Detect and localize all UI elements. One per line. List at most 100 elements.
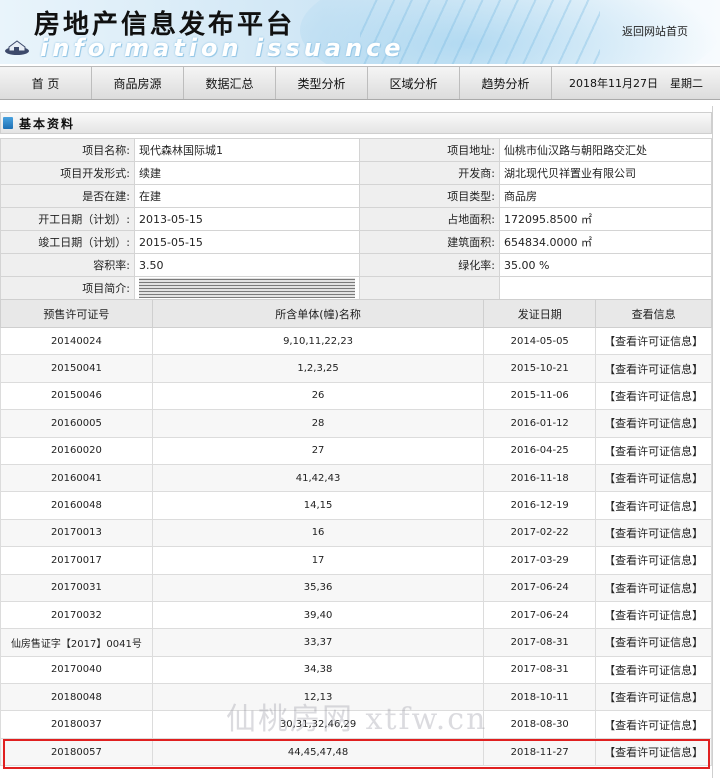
permit-row: 20180048 12,13 2018-10-11 【查看许可证信息】 — [0, 683, 712, 712]
info-row: 项目名称: 现代森林国际城1 项目地址: 仙桃市仙汉路与朝阳路交汇处 — [0, 138, 712, 162]
view-permit-link[interactable]: 【查看许可证信息】 — [595, 409, 712, 438]
view-permit-link[interactable]: 【查看许可证信息】 — [595, 518, 712, 548]
section-marker-icon — [3, 117, 13, 129]
view-permit-link[interactable]: 【查看许可证信息】 — [595, 655, 712, 685]
project-info-table: 项目名称: 现代森林国际城1 项目地址: 仙桃市仙汉路与朝阳路交汇处 项目开发形式: 续建… — [0, 138, 712, 300]
nav-item-data-summary[interactable]: 数据汇总 — [184, 67, 276, 99]
permit-row: 20180057 44,45,47,48 2018-11-27 【查看许可证信息】 — [0, 737, 712, 767]
permits-table: 预售许可证号 所含单体(幢)名称 发证日期 查看信息 20140024 9,10,… — [0, 299, 712, 767]
building-list: 14,15 — [151, 491, 485, 520]
nav-item-trend-analysis[interactable]: 趋势分析 — [460, 67, 552, 99]
permit-row: 20180037 30,31,32,46,29 2018-08-30 【查看许可证信息… — [0, 710, 712, 739]
building-list: 28 — [151, 409, 485, 438]
permit-number: 20170017 — [0, 546, 153, 575]
permit-row: 20150041 1,2,3,25 2015-10-21 【查看许可证信息】 — [0, 354, 712, 383]
issue-date: 2017-03-29 — [483, 546, 597, 575]
permit-row: 仙房售证字【2017】0041号 33,37 2017-08-31 【查看许可证信息】 — [0, 628, 712, 657]
view-permit-link[interactable]: 【查看许可证信息】 — [595, 546, 712, 575]
info-value: 172095.8500 ㎡ — [499, 207, 712, 231]
issue-date: 2016-11-18 — [483, 463, 597, 493]
permit-number: 20160041 — [0, 463, 153, 493]
header-permit-number: 预售许可证号 — [0, 299, 153, 328]
view-permit-link[interactable]: 【查看许可证信息】 — [595, 737, 712, 767]
empty-cell — [499, 276, 712, 300]
view-permit-link[interactable]: 【查看许可证信息】 — [595, 600, 712, 630]
view-permit-link[interactable]: 【查看许可证信息】 — [595, 463, 712, 493]
view-permit-link[interactable]: 【查看许可证信息】 — [595, 326, 712, 356]
info-value: 2015-05-15 — [134, 230, 360, 254]
permit-number: 20170013 — [0, 518, 153, 548]
permit-row: 20160041 41,42,43 2016-11-18 【查看许可证信息】 — [0, 463, 712, 493]
page-border — [712, 106, 713, 778]
permit-number: 20180057 — [0, 737, 153, 767]
issue-date: 2015-10-21 — [483, 354, 597, 383]
permit-number: 20160048 — [0, 491, 153, 520]
info-label: 项目名称: — [0, 138, 135, 162]
view-permit-link[interactable]: 【查看许可证信息】 — [595, 436, 712, 465]
permits-header-row: 预售许可证号 所含单体(幢)名称 发证日期 查看信息 — [0, 299, 712, 328]
info-value: 在建 — [134, 184, 360, 208]
section-title: 基本资料 — [19, 116, 76, 131]
intro-label: 项目简介: — [0, 276, 135, 300]
building-list: 44,45,47,48 — [151, 737, 485, 767]
view-permit-link[interactable]: 【查看许可证信息】 — [595, 381, 712, 411]
site-header: 房地产信息发布平台 information issuance 返回网站首页 — [0, 0, 720, 64]
nav-item-region-analysis[interactable]: 区域分析 — [368, 67, 460, 99]
info-label: 竣工日期（计划）: — [0, 230, 135, 254]
building-list: 39,40 — [151, 600, 485, 630]
info-value: 2013-05-15 — [134, 207, 360, 231]
header-issue-date: 发证日期 — [483, 299, 597, 328]
issue-date: 2018-08-30 — [483, 710, 597, 739]
info-label: 绿化率: — [359, 253, 500, 277]
building-list: 33,37 — [151, 628, 485, 657]
permit-number: 20140024 — [0, 326, 153, 356]
info-label: 开工日期（计划）: — [0, 207, 135, 231]
view-permit-link[interactable]: 【查看许可证信息】 — [595, 683, 712, 712]
info-label: 项目地址: — [359, 138, 500, 162]
building-list: 26 — [151, 381, 485, 411]
intro-value — [134, 276, 360, 300]
building-list: 30,31,32,46,29 — [151, 710, 485, 739]
building-list: 16 — [151, 518, 485, 548]
view-permit-link[interactable]: 【查看许可证信息】 — [595, 354, 712, 383]
building-list: 41,42,43 — [151, 463, 485, 493]
permit-row: 20170040 34,38 2017-08-31 【查看许可证信息】 — [0, 655, 712, 685]
issue-date: 2017-06-24 — [483, 573, 597, 602]
header-buildings: 所含单体(幢)名称 — [151, 299, 485, 328]
info-label: 项目开发形式: — [0, 161, 135, 185]
building-list: 9,10,11,22,23 — [151, 326, 485, 356]
view-permit-link[interactable]: 【查看许可证信息】 — [595, 628, 712, 657]
issue-date: 2016-04-25 — [483, 436, 597, 465]
info-row: 是否在建: 在建 项目类型: 商品房 — [0, 184, 712, 208]
permit-number: 20150041 — [0, 354, 153, 383]
permit-row: 20170031 35,36 2017-06-24 【查看许可证信息】 — [0, 573, 712, 602]
issue-date: 2018-11-27 — [483, 737, 597, 767]
issue-date: 2016-12-19 — [483, 491, 597, 520]
info-row-intro: 项目简介: — [0, 276, 712, 300]
nav-item-home[interactable]: 首 页 — [0, 67, 92, 99]
view-permit-link[interactable]: 【查看许可证信息】 — [595, 491, 712, 520]
empty-cell — [359, 276, 500, 300]
permit-row: 20170032 39,40 2017-06-24 【查看许可证信息】 — [0, 600, 712, 630]
permit-number: 20160005 — [0, 409, 153, 438]
permit-number: 20180048 — [0, 683, 153, 712]
permit-row: 20160020 27 2016-04-25 【查看许可证信息】 — [0, 436, 712, 465]
permit-row: 20160048 14,15 2016-12-19 【查看许可证信息】 — [0, 491, 712, 520]
section-header-basic-info: 基本资料 — [0, 112, 712, 134]
info-value: 仙桃市仙汉路与朝阳路交汇处 — [499, 138, 712, 162]
permit-row: 20140024 9,10,11,22,23 2014-05-05 【查看许可证信息】 — [0, 326, 712, 356]
date-text: 2018年11月27日 — [569, 77, 658, 90]
info-label: 占地面积: — [359, 207, 500, 231]
nav-item-type-analysis[interactable]: 类型分析 — [276, 67, 368, 99]
building-list: 34,38 — [151, 655, 485, 685]
permit-row: 20170013 16 2017-02-22 【查看许可证信息】 — [0, 518, 712, 548]
info-value: 654834.0000 ㎡ — [499, 230, 712, 254]
info-label: 容积率: — [0, 253, 135, 277]
issue-date: 2016-01-12 — [483, 409, 597, 438]
permit-number: 20160020 — [0, 436, 153, 465]
permit-number: 仙房售证字【2017】0041号 — [0, 628, 153, 657]
view-permit-link[interactable]: 【查看许可证信息】 — [595, 710, 712, 739]
nav-item-listings[interactable]: 商品房源 — [92, 67, 184, 99]
return-home-link[interactable]: 返回网站首页 — [622, 23, 688, 39]
view-permit-link[interactable]: 【查看许可证信息】 — [595, 573, 712, 602]
